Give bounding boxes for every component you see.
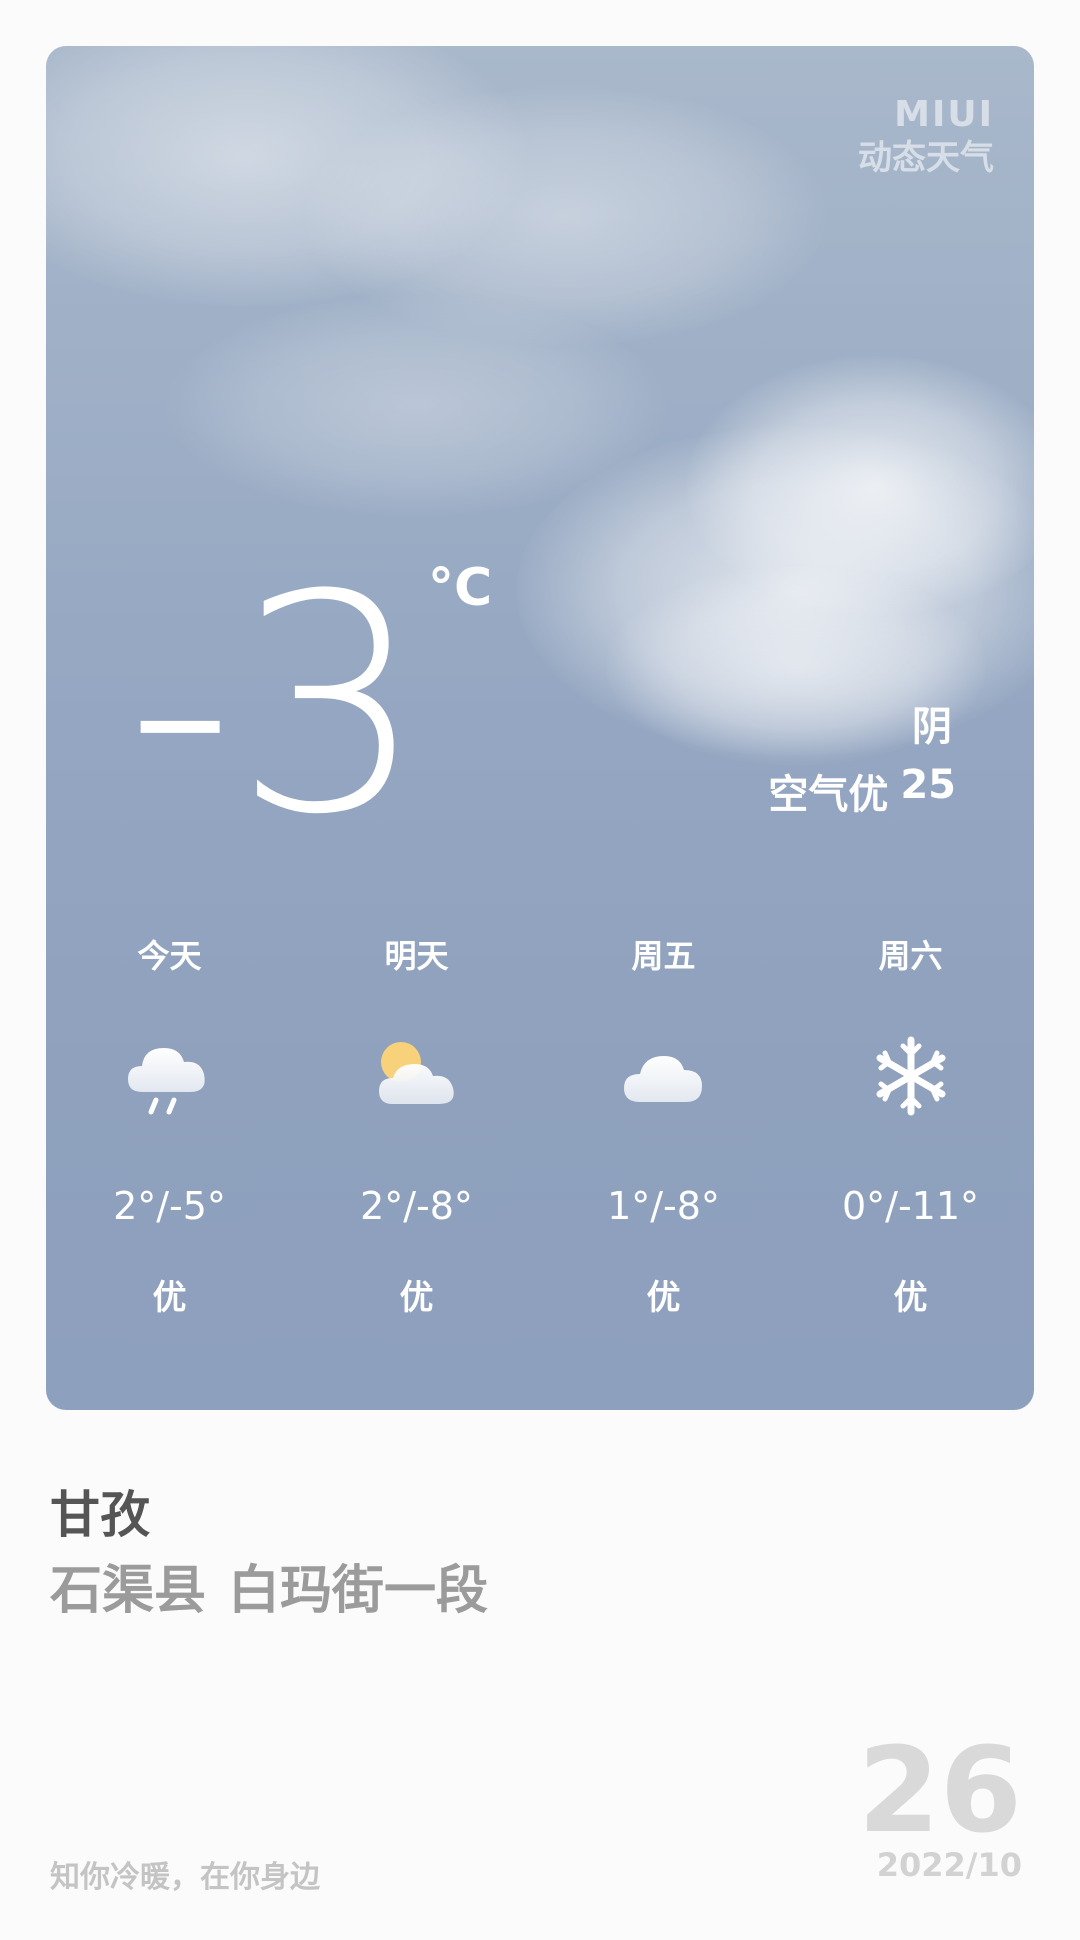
- air-quality-label: 空气优: [768, 772, 889, 818]
- forecast-temp-range: 1°/-8°: [607, 1184, 720, 1228]
- weather-card[interactable]: MIUI 动态天气 -3 °C 阴 空气优 25 今天 2°/-5° 优 明天 …: [46, 46, 1034, 1410]
- forecast-air-quality: 优: [152, 1278, 187, 1318]
- location-city: 甘孜: [50, 1486, 150, 1544]
- cloud-decoration: [686, 356, 1034, 616]
- rain-cloud-icon: [127, 1048, 205, 1115]
- cloud-icon: [623, 1056, 702, 1102]
- location-street: 白玛街一段: [228, 1561, 489, 1621]
- air-quality: 空气优 25: [768, 762, 956, 820]
- air-quality-value: 25: [900, 762, 956, 808]
- temperature-unit: °C: [428, 558, 493, 618]
- partly-sunny-icon: [378, 1042, 454, 1104]
- miui-brand: MIUI 动态天气: [858, 94, 994, 180]
- location-county: 石渠县: [50, 1561, 207, 1621]
- forecast-air-quality: 优: [893, 1278, 928, 1318]
- cloud-decoration: [516, 426, 1034, 756]
- brand-subtitle: 动态天气: [858, 138, 994, 178]
- weather-condition: 阴: [912, 704, 952, 750]
- forecast-day[interactable]: 周六 0°/-11° 优: [787, 926, 1034, 1328]
- forecast-day-name: 周五: [631, 937, 696, 975]
- forecast-day-name: 明天: [384, 937, 449, 975]
- brand-name: MIUI: [894, 94, 994, 135]
- forecast-day[interactable]: 今天 2°/-5° 优: [46, 926, 293, 1328]
- cloud-decoration: [306, 86, 826, 346]
- date-day: 26: [857, 1721, 1022, 1859]
- location-address: 石渠县 白玛街一段: [50, 1548, 488, 1623]
- forecast-row: 今天 2°/-5° 优 明天 2°/-8° 优 周五 1°/-8° 优 周六 0…: [46, 926, 1034, 1328]
- cloud-decoration: [166, 296, 666, 516]
- current-temperature: -3: [126, 531, 426, 880]
- forecast-day[interactable]: 明天 2°/-8° 优: [293, 926, 540, 1328]
- snowflake-icon: [876, 1036, 945, 1116]
- forecast-day[interactable]: 周五 1°/-8° 优: [540, 926, 787, 1328]
- forecast-day-name: 周六: [878, 937, 943, 975]
- forecast-day-name: 今天: [137, 937, 202, 975]
- date-year-month: 2022/10: [876, 1846, 1022, 1884]
- forecast-temp-range: 0°/-11°: [841, 1184, 980, 1228]
- forecast-air-quality: 优: [646, 1278, 681, 1318]
- forecast-air-quality: 优: [399, 1278, 434, 1318]
- cloud-decoration: [46, 46, 526, 306]
- slogan-text: 知你冷暖，在你身边: [50, 1860, 320, 1895]
- forecast-temp-range: 2°/-5°: [113, 1184, 226, 1228]
- forecast-temp-range: 2°/-8°: [360, 1184, 473, 1228]
